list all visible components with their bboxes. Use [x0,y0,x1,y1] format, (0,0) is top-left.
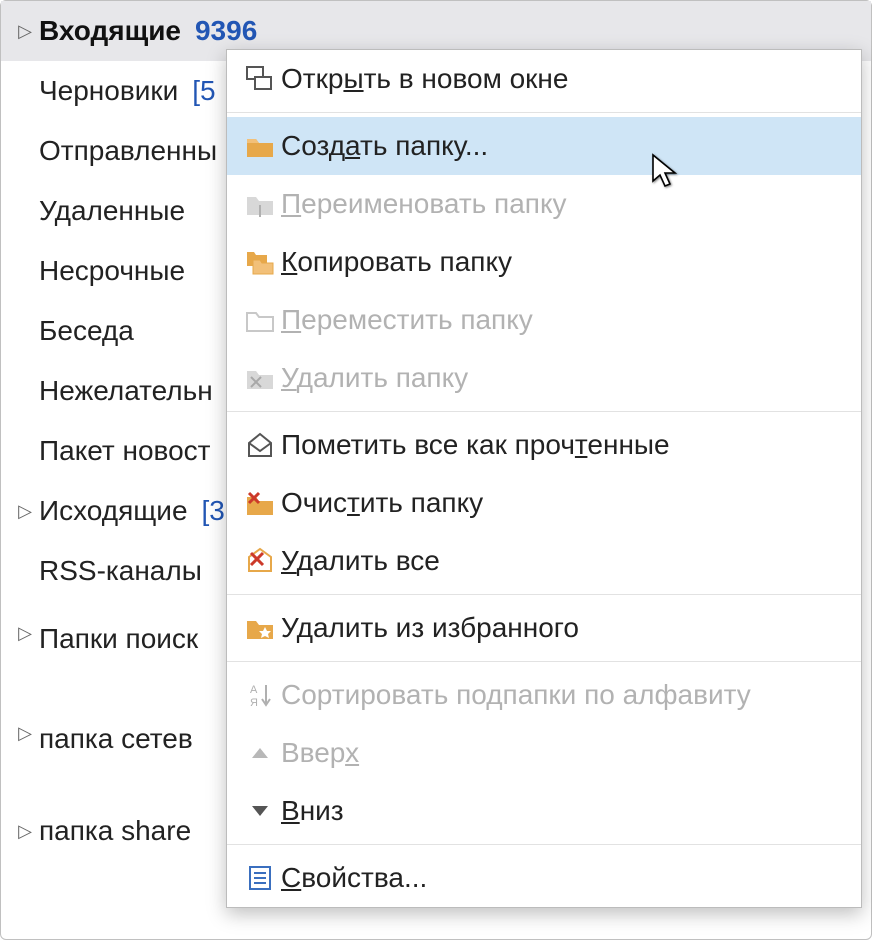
svg-text:Я: Я [250,697,258,709]
menu-properties[interactable]: Свойства... [227,849,861,907]
folder-icon [239,133,281,159]
folder-name: Отправленны [39,135,217,167]
menu-label: Очистить папку [281,487,847,519]
folder-name: папка сетев [39,723,193,755]
menu-delete-folder: Удалить папку [227,349,861,407]
menu-create-folder[interactable]: Создать папку... [227,117,861,175]
properties-icon [239,864,281,892]
folder-name: Удаленные [39,195,185,227]
menu-rename-folder: Переименовать папку [227,175,861,233]
menu-label: Сортировать подпапки по алфавиту [281,679,847,711]
expand-triangle-icon[interactable]: ▷ [11,21,39,42]
folder-name: Черновики [39,75,178,107]
menu-separator [227,112,861,113]
folder-delete-icon [239,365,281,391]
folder-name: Исходящие [39,495,188,527]
sort-az-icon: А Я [239,681,281,709]
folder-name: Пакет новост [39,435,211,467]
menu-label: Вниз [281,795,847,827]
menu-move-up: Вверх [227,724,861,782]
menu-move-down[interactable]: Вниз [227,782,861,840]
menu-mark-read[interactable]: Пометить все как прочтенные [227,416,861,474]
folder-clean-icon [239,489,281,517]
menu-separator [227,594,861,595]
folder-name: RSS-каналы [39,555,202,587]
folder-count: [5 [192,75,215,107]
menu-separator [227,844,861,845]
open-new-window-icon [239,65,281,93]
expand-triangle-icon[interactable]: ▷ [11,501,39,522]
svg-text:А: А [250,684,258,696]
folder-name: Папки поиск [39,623,198,655]
folder-move-icon [239,307,281,333]
envelope-delete-icon [239,547,281,575]
folder-name: Входящие [39,15,181,47]
expand-triangle-icon[interactable]: ▷ [11,723,39,744]
folder-count: 9396 [195,15,257,47]
menu-label: Переместить папку [281,304,847,336]
menu-label: Удалить из избранного [281,612,847,644]
folder-name: папка share [39,815,191,847]
menu-separator [227,661,861,662]
menu-open-new-window[interactable]: Открыть в новом окне [227,50,861,108]
envelope-open-icon [239,431,281,459]
folder-name: Беседа [39,315,134,347]
menu-separator [227,411,861,412]
triangle-up-icon [239,744,281,762]
menu-move-folder: Переместить папку [227,291,861,349]
folder-count: [3 [202,495,225,527]
folder-copy-icon [239,248,281,276]
menu-label: Создать папку... [281,130,847,162]
menu-label: Свойства... [281,862,847,894]
folder-star-icon [239,615,281,641]
folder-name: Несрочные [39,255,185,287]
expand-triangle-icon[interactable]: ▷ [11,623,39,644]
menu-label: Пометить все как прочтенные [281,429,847,461]
menu-copy-folder[interactable]: Копировать папку [227,233,861,291]
menu-label: Вверх [281,737,847,769]
menu-label: Открыть в новом окне [281,63,847,95]
context-menu: Открыть в новом окне Создать папку... Пе… [226,49,862,908]
expand-triangle-icon[interactable]: ▷ [11,821,39,842]
triangle-down-icon [239,802,281,820]
menu-label: Удалить все [281,545,847,577]
menu-label: Переименовать папку [281,188,847,220]
menu-label: Удалить папку [281,362,847,394]
folder-name: Нежелательн [39,375,213,407]
menu-clean-folder[interactable]: Очистить папку [227,474,861,532]
folder-rename-icon [239,191,281,217]
menu-label: Копировать папку [281,246,847,278]
menu-sort-subfolders: А Я Сортировать подпапки по алфавиту [227,666,861,724]
menu-delete-all[interactable]: Удалить все [227,532,861,590]
menu-remove-favorite[interactable]: Удалить из избранного [227,599,861,657]
